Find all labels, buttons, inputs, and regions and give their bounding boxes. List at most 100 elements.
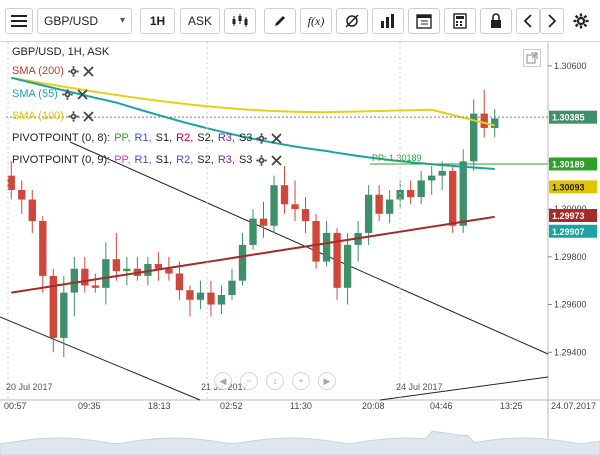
time-tick-label: 24.07.2017 <box>551 401 596 411</box>
close-icon[interactable] <box>77 88 88 100</box>
candle-body <box>491 118 499 128</box>
zoom-out-button[interactable]: − <box>240 372 258 390</box>
pivot-level-label: R1, <box>134 154 152 166</box>
candle-body <box>480 113 488 128</box>
time-tick-label: 02:52 <box>220 401 243 411</box>
arrow-left-icon <box>523 14 532 28</box>
time-tick-label: 18:13 <box>148 401 171 411</box>
lock-icon <box>491 13 501 28</box>
pivot-level-label: R3, <box>217 132 235 144</box>
pivot-level-label: PP, <box>114 154 131 166</box>
zoom-out-icon: − <box>246 376 252 386</box>
chart-title-text: GBP/USD, 1H, ASK <box>12 46 110 58</box>
settings-button[interactable] <box>568 8 594 34</box>
reset-zoom-icon: ↕ <box>272 376 278 386</box>
pivot-level-label: R1, <box>134 132 152 144</box>
calculator-button[interactable] <box>444 8 476 34</box>
scroll-right-button[interactable] <box>540 8 564 34</box>
gear-icon[interactable] <box>68 110 79 122</box>
price-tick-label: 1.29400 <box>554 347 587 357</box>
pivot-level-label: S2, <box>197 154 214 166</box>
draw-button[interactable] <box>264 8 296 34</box>
popout-button[interactable] <box>523 49 541 67</box>
close-icon[interactable] <box>83 65 94 77</box>
candle-body <box>39 221 47 276</box>
indicator-label: SMA (200) <box>12 65 64 77</box>
symbol-select[interactable]: GBP/USD ▾ <box>37 8 132 34</box>
time-tick-label: 00:57 <box>4 401 27 411</box>
candle-body <box>70 268 78 293</box>
chart-title: GBP/USD, 1H, ASK <box>12 46 109 58</box>
pivot-level-label: PP, <box>114 132 131 144</box>
pivot-level-label: S1, <box>155 132 173 144</box>
candle-body <box>154 263 163 269</box>
pivot-level-label: S3 <box>238 132 253 144</box>
candle-body <box>217 294 226 305</box>
candle-body <box>428 175 436 181</box>
calendar-button[interactable] <box>408 8 440 34</box>
calculator-icon <box>453 13 467 29</box>
pivot-level-label: R3, <box>217 154 235 166</box>
price-tick-label: 1.30600 <box>554 61 587 71</box>
arrow-right-icon: ▶ <box>323 375 331 386</box>
price-box-label: 1.30093 <box>552 182 585 192</box>
candle-body <box>175 273 184 291</box>
candle-body <box>196 292 205 300</box>
price-type-button[interactable]: ASK <box>180 8 220 34</box>
calendar-icon <box>416 14 432 29</box>
close-icon[interactable] <box>271 154 283 166</box>
scroll-left-button[interactable] <box>516 8 540 34</box>
price-box-label: 1.29907 <box>552 227 585 237</box>
menu-button[interactable] <box>5 8 33 34</box>
candle-body <box>81 268 89 286</box>
zoom-in-button[interactable]: + <box>292 372 310 390</box>
pivot-level-label: S1, <box>155 154 173 166</box>
price-box-label: 1.30385 <box>552 113 585 123</box>
crosshair-icon <box>345 14 359 28</box>
indicators-button[interactable]: f(x) <box>300 8 332 34</box>
arrow-left-icon: ◀ <box>219 375 227 386</box>
bar-chart-button[interactable] <box>372 8 404 34</box>
reset-zoom-button[interactable]: ↕ <box>266 372 284 390</box>
candle-body <box>102 259 110 288</box>
lock-button[interactable] <box>480 8 512 34</box>
gear-icon[interactable] <box>256 132 268 144</box>
time-tick-label: 04:46 <box>430 401 453 411</box>
date-label: 20 Jul 2017 <box>6 382 53 392</box>
candle-body <box>343 244 352 288</box>
candle-body <box>18 189 26 200</box>
price-tick-label: 1.29800 <box>554 252 587 262</box>
time-tick-label: 11:30 <box>290 401 312 411</box>
settings-icon <box>573 13 589 29</box>
candle-body <box>449 170 457 226</box>
close-icon[interactable] <box>83 110 94 122</box>
candle-body <box>249 218 257 245</box>
fx-indicator-icon: f(x) <box>307 13 325 28</box>
draw-pencil-icon <box>275 16 285 26</box>
timeframe-button[interactable]: 1H <box>140 8 175 34</box>
candle-body <box>60 292 68 338</box>
candle-style-icon <box>232 14 248 27</box>
price-tick-label: 1.29600 <box>554 300 587 310</box>
bar-chart-icon <box>381 14 394 28</box>
price-chart[interactable]: PP: 1.301891.306001.302001.300001.298001… <box>0 42 600 455</box>
indicator-label: SMA (55) <box>12 88 58 100</box>
candle-body <box>364 194 373 233</box>
timeframe-value: 1H <box>149 14 166 28</box>
menu-icon <box>11 15 27 27</box>
gear-icon[interactable] <box>68 65 79 77</box>
candle-style-button[interactable] <box>224 8 256 34</box>
chart-toolbar: GBP/USD ▾ 1H ASK f(x) <box>0 0 600 42</box>
nav-right-button[interactable]: ▶ <box>318 372 336 390</box>
candle-body <box>312 221 320 262</box>
nav-left-button[interactable]: ◀ <box>214 372 232 390</box>
candle-body <box>207 292 215 305</box>
candle-body <box>112 259 121 272</box>
gear-icon[interactable] <box>62 88 73 100</box>
gear-icon[interactable] <box>256 154 268 166</box>
close-icon[interactable] <box>271 132 283 144</box>
candle-body <box>270 185 278 226</box>
indicator-label: SMA (100) <box>12 110 64 122</box>
crosshair-button[interactable] <box>336 8 368 34</box>
candle-body <box>259 218 268 226</box>
